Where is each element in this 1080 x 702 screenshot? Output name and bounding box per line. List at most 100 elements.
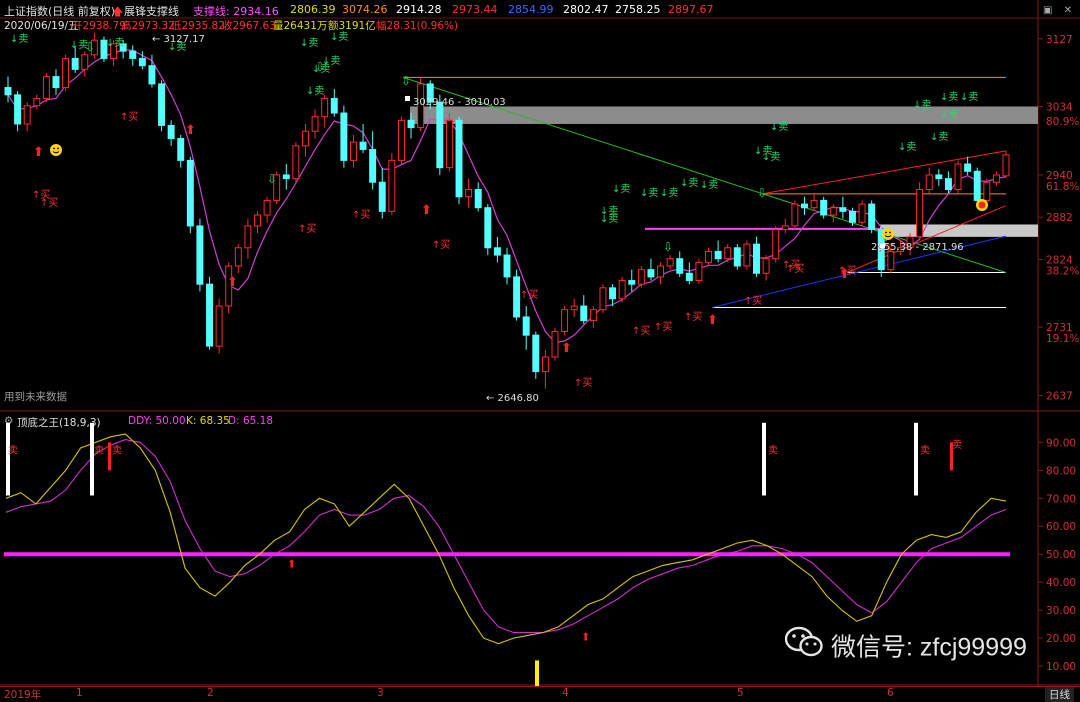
candle [647,258,655,281]
pct-tick-label: 38.2% [1046,265,1079,277]
candle [589,306,597,328]
candle [196,218,204,292]
candle [234,244,242,274]
candle [321,94,329,128]
alert-icon [976,199,988,211]
red-marker-bar [108,442,111,471]
candle [925,167,933,194]
up-arrow-icon: ⬆ [185,123,196,138]
candle [637,265,645,288]
candle [868,200,876,234]
indicator-tick-label: 40.00 [1046,577,1076,589]
candle [42,72,50,103]
sell-signal: ↓卖 [300,37,318,49]
support-band [880,224,1038,237]
buy-signal: ↑买 [574,377,592,389]
candle [455,116,463,205]
candle [743,240,751,270]
sell-signal: ↓卖 [600,205,618,217]
up-arrow-icon: ⬆ [287,558,296,571]
top-marker-bar [6,422,10,496]
candle [465,178,473,208]
candle [762,255,770,281]
indicator-tick-label: 20.00 [1046,633,1076,645]
x-label-month-1: 1 [76,687,83,699]
candle [964,156,972,175]
sell-signal: ↓卖 [913,99,931,111]
sell-signal: ↓卖 [940,91,958,103]
candle [561,306,569,336]
y-tick-label: 2882 [1046,212,1073,224]
x-label-month-5: 5 [737,687,744,699]
candle [618,276,626,303]
down-arrow-icon: ⇩ [267,172,277,186]
candle [820,196,828,219]
candle [503,247,511,285]
candle [282,164,290,190]
candle [839,196,847,219]
up-arrow-icon: ⬆ [33,145,44,160]
candle [954,160,962,194]
candle [532,331,540,379]
candle [695,258,703,285]
pct-tick-label: 61.8% [1046,181,1079,193]
candle [733,244,741,270]
sell-signal: ↓卖 [770,121,788,133]
low-annotation: ← 2646.80 [486,393,539,404]
candle [388,153,396,215]
y-tick-label: 3034 [1046,101,1073,113]
buy-signal: ↑买 [744,295,762,307]
watermark-text: 微信号: zfcj99999 [831,633,1027,662]
x-axis: 2019年 1 2 3 4 5 6 [0,686,1080,701]
buy-signal: ↑买 [432,239,450,251]
sell-signal: ↓卖 [660,187,678,199]
candle [33,94,41,110]
candle [71,47,79,73]
sell-signal: ↓卖 [330,31,348,43]
indicator-sell-mark: 卖 [112,445,122,457]
candle [158,80,166,132]
x-label-month-6: 6 [887,687,894,699]
indicator-sell-mark: 卖 [94,445,104,457]
candle [186,156,194,234]
candle [609,284,617,307]
down-arrow-icon: ⇩ [757,186,767,200]
buy-signal: ↑买 [352,209,370,221]
candle [302,123,309,157]
indicator-sell-mark: 卖 [952,439,962,451]
future-data-note: 用到未来数据 [4,391,67,403]
candle [206,276,213,350]
candle [378,167,386,219]
candle [52,69,60,95]
candle [676,251,684,277]
candle [311,109,319,139]
candle [23,102,31,132]
buy-signal: ↑买 [684,311,702,323]
candle [705,247,712,266]
candle [330,89,338,117]
buy-signal: ↑买 [298,223,316,235]
sell-signal: ↓卖 [306,85,324,97]
down-arrow-icon: ⇩ [401,74,411,88]
candle [349,134,357,168]
indicator-tick-label: 60.00 [1046,521,1076,533]
candle [522,306,530,350]
buy-signal: ↑买 [40,197,58,209]
candle [801,196,808,215]
up-arrow-icon: ⬆ [421,203,432,218]
candlestick-chart[interactable]: 312730342940288228242731263780.9%61.8%38… [0,0,1080,412]
sell-signal: ↓卖 [680,177,698,189]
down-arrow-icon: ⇩ [663,240,673,254]
sell-signal: ↓卖 [640,187,658,199]
candle [944,171,952,194]
up-arrow-icon: ⬆ [581,630,590,643]
candle [714,240,722,263]
candle [858,200,866,226]
candle [781,218,789,234]
down-arrow-icon: ⇩ [85,40,95,54]
candle [129,45,137,66]
pct-tick-label: 19.1% [1046,333,1079,345]
candle [1002,150,1010,178]
up-arrow-icon: ⬆ [561,341,572,356]
smiley-icon [50,144,62,156]
